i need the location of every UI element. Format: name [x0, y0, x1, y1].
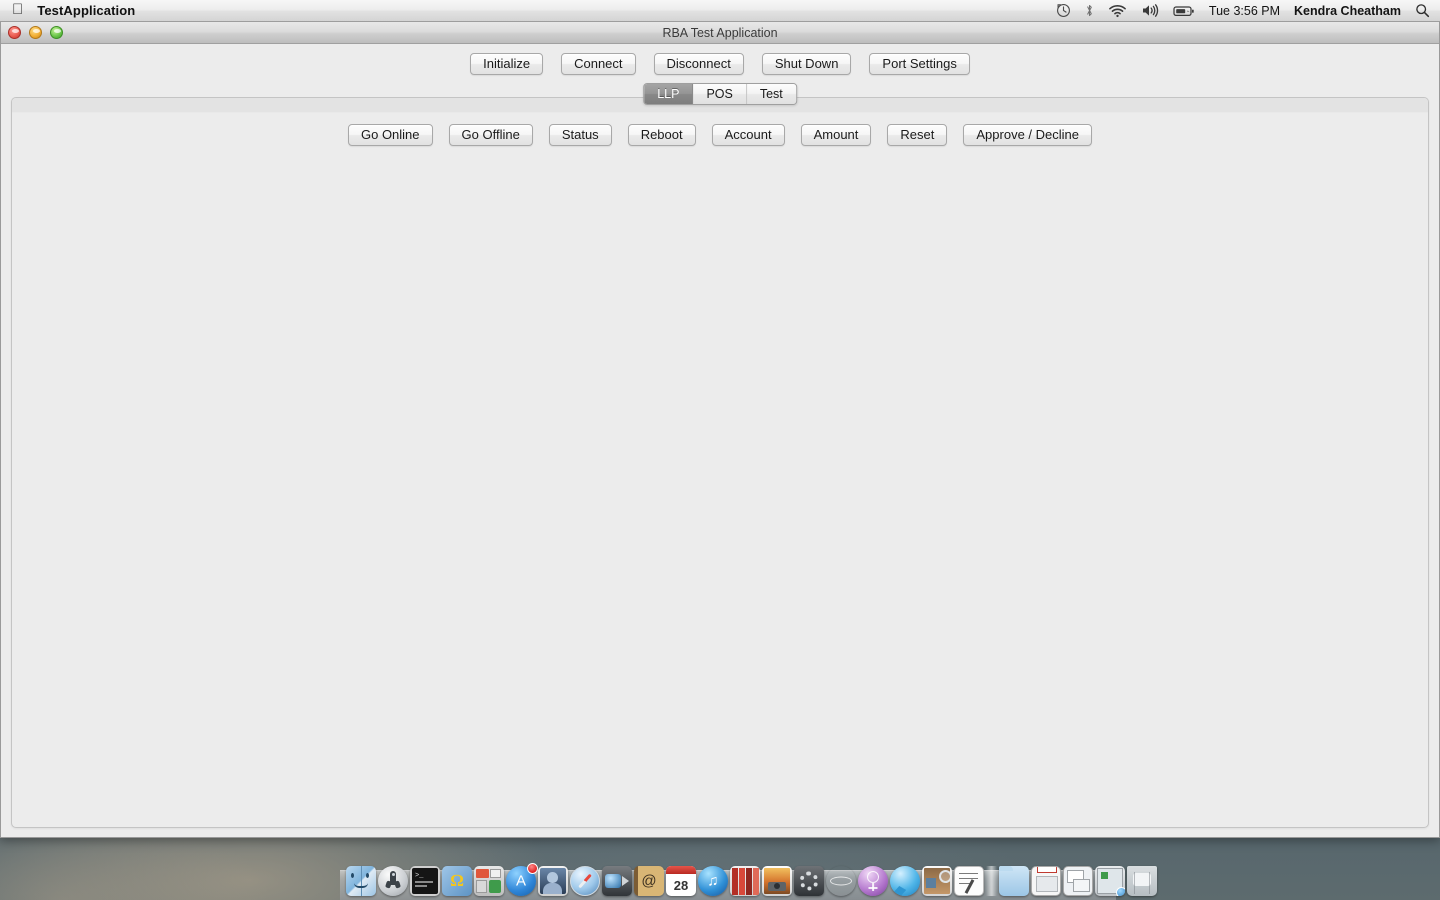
iphoto-icon — [762, 866, 792, 896]
dock-item-vpn[interactable]: Ω — [442, 866, 472, 896]
zoom-button[interactable] — [50, 26, 63, 39]
dock-item-remote-desktop[interactable] — [826, 866, 856, 896]
menu-bar:  TestApplication — [0, 0, 1440, 22]
reboot-button[interactable]: Reboot — [628, 124, 696, 146]
cyberduck-icon — [858, 866, 888, 896]
screen-sharing-icon — [1095, 866, 1125, 896]
tab-test[interactable]: Test — [747, 84, 796, 104]
tab-strip: LLP POS Test — [1, 84, 1439, 98]
messages-icon — [890, 866, 920, 896]
tab-content-panel: Go Online Go Offline Status Reboot Accou… — [11, 97, 1429, 828]
dock-item-calendar[interactable]: 28 — [666, 866, 696, 896]
facetime-icon — [602, 866, 632, 896]
minimize-button[interactable] — [29, 26, 42, 39]
amount-button[interactable]: Amount — [801, 124, 872, 146]
wifi-icon[interactable] — [1108, 0, 1127, 22]
dock-item-screen-sharing[interactable] — [1095, 866, 1125, 896]
tab-group: LLP POS Test — [643, 83, 797, 105]
connect-button[interactable]: Connect — [561, 53, 635, 75]
spotlight-search-icon[interactable] — [1415, 0, 1430, 22]
preview-icon — [922, 866, 952, 896]
remote-desktop-icon — [826, 866, 856, 896]
dock-item-contacts[interactable]: @ — [634, 866, 664, 896]
calendar-icon: 28 — [666, 866, 696, 896]
tab-pos[interactable]: POS — [693, 84, 746, 104]
menu-bar-status-area: Tue 3:56 PM Kendra Cheatham — [1042, 0, 1440, 22]
dock-item-document-stack[interactable] — [1031, 866, 1061, 896]
trash-icon — [1127, 866, 1157, 896]
disconnect-button[interactable]: Disconnect — [654, 53, 744, 75]
menu-bar-clock[interactable]: Tue 3:56 PM — [1209, 4, 1280, 18]
dock-item-textedit[interactable] — [954, 866, 984, 896]
app-store-badge — [527, 863, 538, 874]
dock-icon-list: >_ Ω A — [340, 856, 1116, 896]
reset-button[interactable]: Reset — [887, 124, 947, 146]
shut-down-button[interactable]: Shut Down — [762, 53, 852, 75]
toolbar-button-row: Initialize Connect Disconnect Shut Down … — [1, 44, 1439, 84]
dock: >_ Ω A — [340, 856, 1116, 900]
time-machine-icon[interactable] — [1056, 0, 1071, 22]
window-title-bar[interactable]: RBA Test Application — [1, 22, 1439, 44]
books-icon — [730, 866, 760, 896]
quicken-icon — [474, 866, 504, 896]
bluetooth-icon[interactable] — [1085, 0, 1094, 22]
approve-decline-button[interactable]: Approve / Decline — [963, 124, 1092, 146]
dock-item-system-preferences[interactable] — [794, 866, 824, 896]
dock-item-trash[interactable] — [1127, 866, 1157, 896]
battery-icon[interactable] — [1173, 0, 1195, 22]
calendar-day-number: 28 — [666, 874, 696, 896]
llp-button-row: Go Online Go Offline Status Reboot Accou… — [12, 113, 1428, 146]
system-preferences-icon — [794, 866, 824, 896]
window-title: RBA Test Application — [662, 26, 777, 40]
active-app-name[interactable]: TestApplication — [37, 3, 135, 18]
volume-icon[interactable] — [1141, 0, 1159, 22]
port-settings-button[interactable]: Port Settings — [869, 53, 969, 75]
dock-item-facetime[interactable] — [602, 866, 632, 896]
dock-item-window-stack[interactable] — [1063, 866, 1093, 896]
go-offline-button[interactable]: Go Offline — [449, 124, 533, 146]
tab-llp[interactable]: LLP — [644, 84, 693, 104]
dock-item-cyberduck[interactable] — [858, 866, 888, 896]
dock-item-launchpad[interactable] — [378, 866, 408, 896]
itunes-icon: ♫ — [698, 866, 728, 896]
launchpad-icon — [378, 866, 408, 896]
window-traffic-lights — [8, 26, 63, 39]
dock-separator — [986, 866, 997, 896]
dock-item-iphoto[interactable] — [762, 866, 792, 896]
dock-item-itunes[interactable]: ♫ — [698, 866, 728, 896]
photo-booth-icon — [538, 866, 568, 896]
apple-logo-icon[interactable]:  — [12, 2, 23, 17]
dock-item-app-store[interactable]: A — [506, 866, 536, 896]
contacts-icon: @ — [634, 866, 664, 896]
vpn-icon: Ω — [442, 866, 472, 896]
dock-item-photo-booth[interactable] — [538, 866, 568, 896]
status-button[interactable]: Status — [549, 124, 612, 146]
dock-item-downloads-folder[interactable] — [999, 866, 1029, 896]
menu-bar-left:  TestApplication — [0, 3, 135, 18]
dock-item-messages[interactable] — [890, 866, 920, 896]
document-stack-icon — [1031, 866, 1061, 896]
close-button[interactable] — [8, 26, 21, 39]
safari-icon — [570, 866, 600, 896]
dock-item-terminal[interactable]: >_ — [410, 866, 440, 896]
menu-bar-user-name[interactable]: Kendra Cheatham — [1294, 4, 1401, 18]
downloads-folder-icon — [999, 866, 1029, 896]
application-window: RBA Test Application Initialize Connect … — [0, 22, 1440, 838]
window-stack-icon — [1063, 866, 1093, 896]
dock-item-books[interactable] — [730, 866, 760, 896]
initialize-button[interactable]: Initialize — [470, 53, 543, 75]
dock-item-finder[interactable] — [346, 866, 376, 896]
textedit-icon — [954, 866, 984, 896]
dock-item-safari[interactable] — [570, 866, 600, 896]
terminal-icon: >_ — [410, 866, 440, 896]
account-button[interactable]: Account — [712, 124, 785, 146]
go-online-button[interactable]: Go Online — [348, 124, 433, 146]
dock-item-preview[interactable] — [922, 866, 952, 896]
finder-icon — [346, 866, 376, 896]
dock-item-quicken[interactable] — [474, 866, 504, 896]
